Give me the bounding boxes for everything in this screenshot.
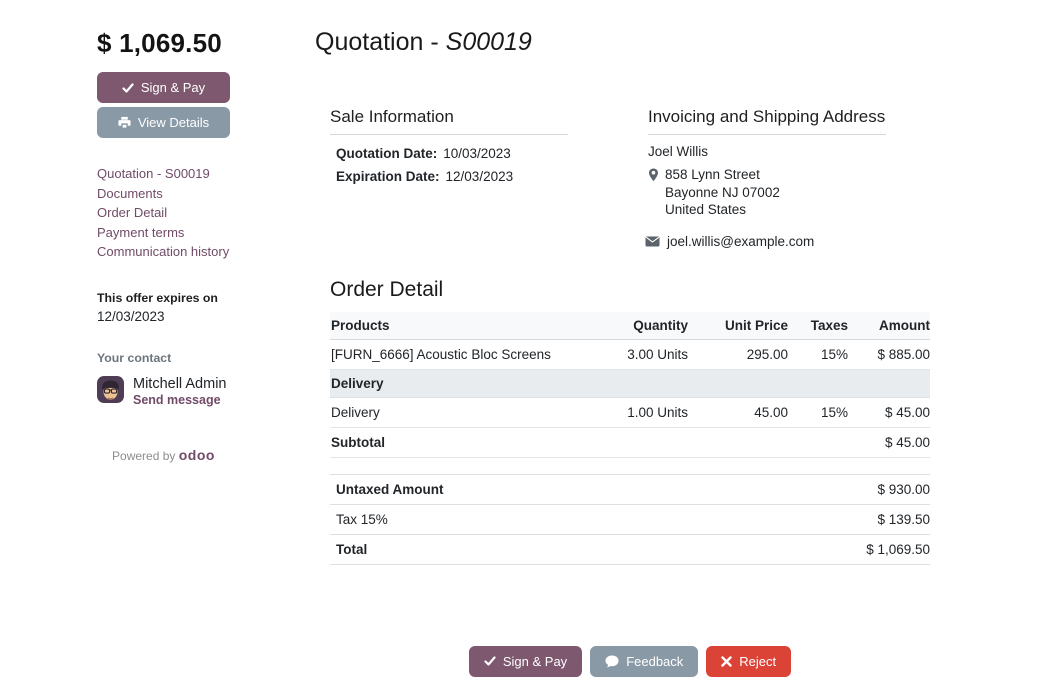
tax-row: Tax 15% $ 139.50 [330, 504, 930, 534]
expiration-date-label: Expiration Date: [336, 169, 440, 184]
tax-value: $ 139.50 [714, 504, 930, 534]
expiration-date-row: Expiration Date: 12/03/2023 [330, 167, 648, 190]
quotation-portal-page: $ 1,069.50 Sign & Pay View Details Quota… [0, 0, 1046, 677]
sidebar-link-documents[interactable]: Documents [97, 184, 315, 204]
map-pin-icon [648, 168, 659, 182]
line-unit-price: 45.00 [688, 397, 788, 427]
odoo-logo: odoo [179, 447, 215, 463]
untaxed-amount-value: $ 930.00 [714, 474, 930, 504]
offer-expiry-label: This offer expires on [97, 291, 315, 305]
line-unit-price: 295.00 [688, 339, 788, 369]
total-value: $ 1,069.50 [714, 534, 930, 564]
sale-information-heading: Sale Information [330, 107, 568, 135]
address-country: United States [665, 201, 780, 219]
line-product: [FURN_6666] Acoustic Bloc Screens [330, 339, 578, 369]
column-products: Products [330, 312, 578, 340]
subtotal-row: Subtotal $ 45.00 [330, 427, 930, 457]
customer-email[interactable]: joel.willis@example.com [667, 234, 814, 249]
line-taxes: 15% [788, 397, 848, 427]
line-taxes: 15% [788, 339, 848, 369]
view-details-button[interactable]: View Details [97, 107, 230, 138]
comment-icon [605, 655, 619, 668]
contact-card: Your contact Mitchell Admin Send [97, 351, 315, 407]
column-quantity: Quantity [578, 312, 688, 340]
column-unit-price: Unit Price [688, 312, 788, 340]
column-amount: Amount [848, 312, 930, 340]
page-title-reference: S00019 [446, 28, 532, 56]
line-quantity: 1.00 Units [578, 397, 688, 427]
quotation-date-value: 10/03/2023 [443, 146, 511, 161]
avatar [97, 376, 124, 403]
printer-icon [118, 116, 131, 129]
sign-pay-label: Sign & Pay [141, 80, 205, 95]
section-label: Delivery [330, 369, 930, 397]
sidebar-link-order-detail[interactable]: Order Detail [97, 203, 315, 223]
offer-expiry: This offer expires on 12/03/2023 [97, 291, 315, 324]
view-details-label: View Details [138, 115, 209, 130]
totals-table: Untaxed Amount $ 930.00 Tax 15% $ 139.50… [330, 474, 930, 565]
sidebar-link-communication-history[interactable]: Communication history [97, 242, 315, 262]
address-street: 858 Lynn Street [665, 166, 780, 184]
check-icon [484, 655, 496, 667]
footer-reject-button[interactable]: Reject [706, 646, 791, 677]
order-line-row: [FURN_6666] Acoustic Bloc Screens 3.00 U… [330, 339, 930, 369]
x-icon [721, 656, 732, 667]
contact-label: Your contact [97, 351, 315, 365]
check-icon [122, 82, 134, 94]
tax-label: Tax 15% [330, 504, 714, 534]
order-lines-table: Products Quantity Unit Price Taxes Amoun… [330, 312, 930, 458]
line-quantity: 3.00 Units [578, 339, 688, 369]
order-table-header-row: Products Quantity Unit Price Taxes Amoun… [330, 312, 930, 340]
expiration-date-value: 12/03/2023 [446, 169, 514, 184]
powered-by: Powered by odoo [97, 447, 230, 463]
address-city: Bayonne NJ 07002 [665, 184, 780, 202]
sale-information-section: Sale Information Quotation Date: 10/03/20… [330, 107, 648, 249]
sidebar-link-payment-terms[interactable]: Payment terms [97, 223, 315, 243]
page-title: Quotation - S00019 [315, 28, 930, 57]
customer-name: Joel Willis [648, 144, 930, 159]
footer-actions: Sign & Pay Feedback Reject [330, 646, 930, 677]
address-section: Invoicing and Shipping Address Joel Will… [648, 107, 930, 249]
sidebar-nav: Quotation - S00019 Documents Order Detai… [97, 164, 315, 262]
footer-sign-pay-button[interactable]: Sign & Pay [469, 646, 582, 677]
total-row: Total $ 1,069.50 [330, 534, 930, 564]
footer-sign-pay-label: Sign & Pay [503, 654, 567, 669]
subtotal-label: Subtotal [330, 427, 848, 457]
footer-reject-label: Reject [739, 654, 776, 669]
untaxed-amount-row: Untaxed Amount $ 930.00 [330, 474, 930, 504]
address-heading: Invoicing and Shipping Address [648, 107, 886, 135]
footer-feedback-button[interactable]: Feedback [590, 646, 698, 677]
subtotal-value: $ 45.00 [848, 427, 930, 457]
order-detail-heading: Order Detail [330, 278, 930, 302]
order-total-amount: $ 1,069.50 [97, 28, 315, 59]
sidebar-link-quotation[interactable]: Quotation - S00019 [97, 164, 315, 184]
total-label: Total [330, 534, 714, 564]
quotation-date-row: Quotation Date: 10/03/2023 [330, 144, 648, 167]
order-line-row: Delivery 1.00 Units 45.00 15% $ 45.00 [330, 397, 930, 427]
offer-expiry-date: 12/03/2023 [97, 309, 315, 324]
column-taxes: Taxes [788, 312, 848, 340]
sidebar: $ 1,069.50 Sign & Pay View Details Quota… [97, 28, 315, 677]
quotation-date-label: Quotation Date: [336, 146, 437, 161]
line-amount: $ 885.00 [848, 339, 930, 369]
order-section-row: Delivery [330, 369, 930, 397]
contact-name: Mitchell Admin [133, 376, 226, 392]
line-amount: $ 45.00 [848, 397, 930, 427]
page-title-prefix: Quotation - [315, 28, 446, 56]
footer-feedback-label: Feedback [626, 654, 683, 669]
sign-pay-button[interactable]: Sign & Pay [97, 72, 230, 103]
envelope-icon [645, 236, 660, 247]
send-message-link[interactable]: Send message [133, 393, 221, 407]
line-product: Delivery [330, 397, 578, 427]
powered-by-label: Powered by [112, 449, 175, 463]
main-content: Quotation - S00019 Sale Information Quot… [315, 28, 930, 677]
untaxed-amount-label: Untaxed Amount [330, 474, 714, 504]
